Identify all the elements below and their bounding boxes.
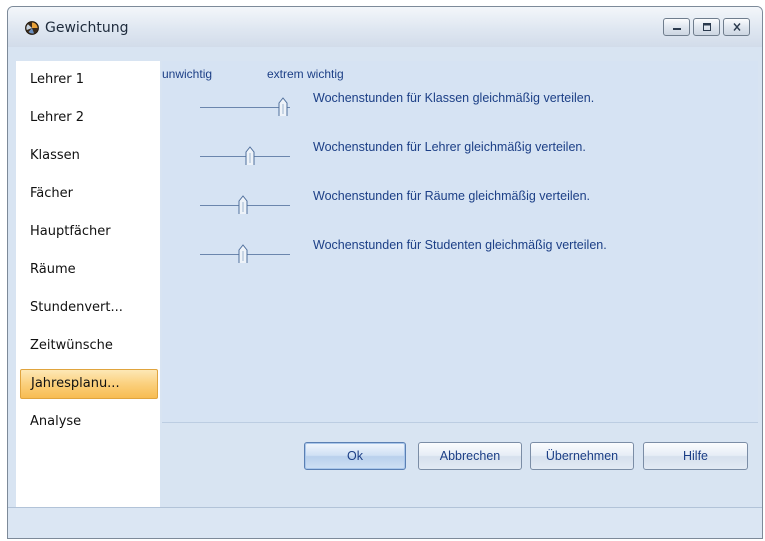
nav-item[interactable]: Räume [16, 255, 160, 285]
nav-item[interactable]: Fächer [16, 179, 160, 209]
slider-thumb[interactable] [245, 146, 255, 166]
weight-slider[interactable] [200, 136, 290, 166]
weight-row: Wochenstunden für Lehrer gleichmäßig ver… [162, 136, 758, 172]
weighting-panel: unwichtig extrem wichtig Wochenstunden f… [162, 61, 758, 423]
nav-item[interactable]: Hauptfächer [16, 217, 160, 247]
weight-row: Wochenstunden für Studenten gleichmäßig … [162, 234, 758, 270]
nav-item[interactable]: Lehrer 2 [16, 103, 160, 133]
caption-buttons [663, 18, 750, 36]
weight-slider[interactable] [200, 234, 290, 264]
window-title: Gewichtung [45, 20, 129, 36]
apply-button[interactable]: Übernehmen [530, 442, 634, 470]
weight-row: Wochenstunden für Räume gleichmäßig vert… [162, 185, 758, 221]
category-nav: Lehrer 1 Lehrer 2 Klassen Fächer Hauptfächer… [16, 61, 160, 516]
title-bar[interactable]: Gewichtung [8, 7, 762, 47]
slider-thumb[interactable] [238, 195, 248, 215]
weight-label: Wochenstunden für Räume gleichmäßig vert… [313, 189, 590, 203]
minimize-button[interactable] [663, 18, 690, 36]
dialog-window: Gewichtung Lehrer 1 Lehrer 2 Klassen Fäche [7, 6, 763, 539]
slider-track [200, 107, 290, 108]
close-button[interactable] [723, 18, 750, 36]
cancel-button[interactable]: Abbrechen [418, 442, 522, 470]
nav-item[interactable]: Stundenvert... [16, 293, 160, 323]
scale-low-label: unwichtig [162, 67, 213, 81]
app-globe-icon [25, 21, 39, 35]
nav-item[interactable]: Klassen [16, 141, 160, 171]
ok-button[interactable]: Ok [304, 442, 406, 470]
maximize-button[interactable] [693, 18, 720, 36]
nav-item[interactable]: Analyse [16, 407, 160, 437]
scale-high-label: extrem wichtig [267, 67, 344, 81]
nav-item[interactable]: Lehrer 1 [16, 65, 160, 95]
weight-slider[interactable] [200, 87, 290, 117]
maximize-icon [702, 23, 711, 31]
weight-slider[interactable] [200, 185, 290, 215]
nav-item[interactable]: Zeitwünsche [16, 331, 160, 361]
weight-label: Wochenstunden für Klassen gleichmäßig ve… [313, 91, 595, 105]
slider-thumb[interactable] [278, 97, 288, 117]
weight-label: Wochenstunden für Lehrer gleichmäßig ver… [313, 140, 586, 154]
minimize-icon [672, 28, 681, 30]
nav-item[interactable]: Jahresplanu... [20, 369, 158, 399]
weight-row: Wochenstunden für Klassen gleichmäßig ve… [162, 87, 758, 123]
help-button[interactable]: Hilfe [643, 442, 748, 470]
weight-label: Wochenstunden für Studenten gleichmäßig … [313, 238, 607, 252]
dialog-body: Lehrer 1 Lehrer 2 Klassen Fächer Hauptfächer… [8, 47, 762, 538]
status-bar [8, 507, 762, 538]
close-icon [732, 23, 741, 31]
slider-thumb[interactable] [238, 244, 248, 264]
